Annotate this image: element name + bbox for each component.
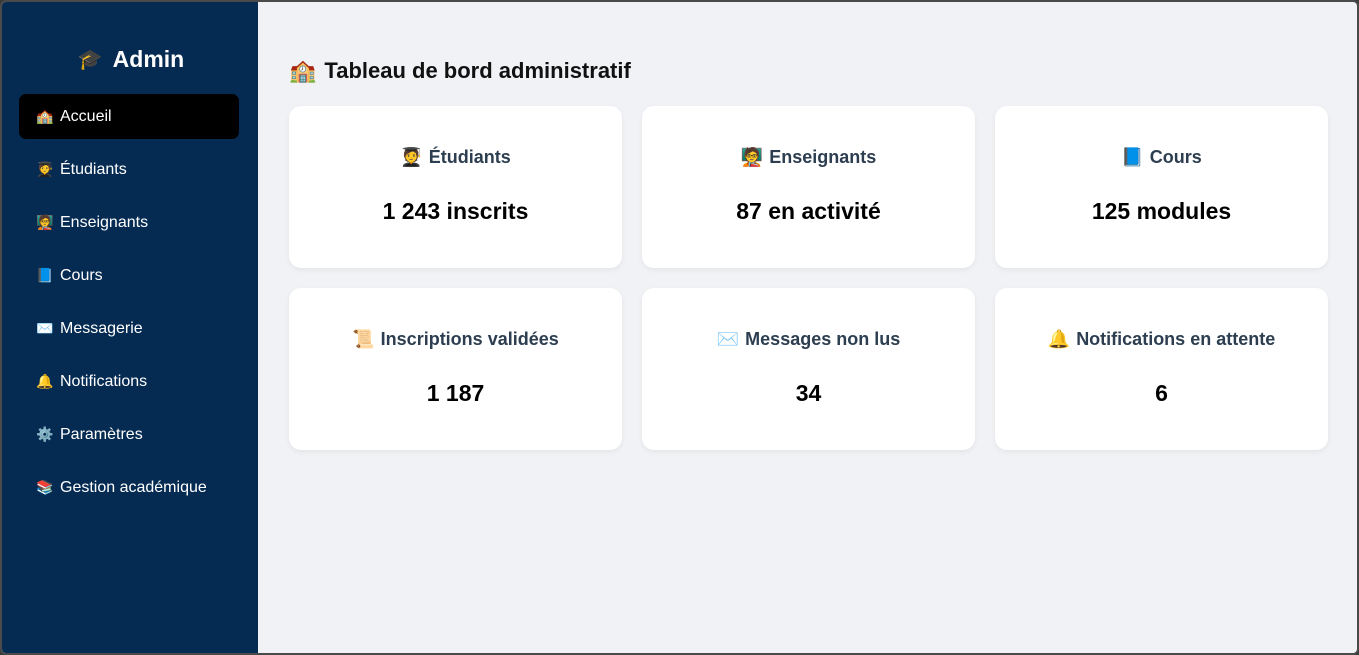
books-icon: 📚 — [36, 479, 54, 495]
envelope-icon: ✉️ — [716, 328, 740, 349]
page-title-text: Tableau de bord administratif — [324, 58, 631, 83]
stat-card-notifications: 🔔 Notifications en attente 6 — [995, 288, 1328, 450]
student-icon: 🧑‍🎓 — [36, 161, 54, 177]
card-title-text: Notifications en attente — [1076, 328, 1276, 349]
school-icon: 🏫 — [36, 108, 54, 124]
graduation-cap-icon: 🎓 — [77, 48, 103, 71]
app-window: 🎓 Admin 🏫 Accueil 🧑‍🎓 Étudiants 🧑‍🏫 Ense… — [0, 0, 1359, 655]
sidebar-item-label: Étudiants — [60, 160, 127, 178]
stat-card-enseignants: 🧑‍🏫 Enseignants 87 en activité — [642, 106, 975, 268]
main-content: 🏫 Tableau de bord administratif 🧑‍🎓 Étud… — [258, 2, 1357, 653]
card-value: 34 — [795, 380, 822, 406]
stat-card-cours: 📘 Cours 125 modules — [995, 106, 1328, 268]
sidebar-item-label: Gestion académique — [60, 478, 207, 496]
card-title: 🔔 Notifications en attente — [1048, 328, 1275, 350]
book-icon: 📘 — [36, 267, 54, 283]
sidebar: 🎓 Admin 🏫 Accueil 🧑‍🎓 Étudiants 🧑‍🏫 Ense… — [2, 2, 258, 653]
sidebar-item-label: Cours — [60, 266, 103, 284]
sidebar-item-messagerie[interactable]: ✉️ Messagerie — [19, 306, 239, 351]
card-title-text: Inscriptions validées — [380, 328, 559, 349]
book-icon: 📘 — [1121, 146, 1144, 167]
sidebar-item-label: Paramètres — [60, 425, 143, 443]
card-title: 🧑‍🎓 Étudiants — [400, 146, 510, 168]
stat-card-messages: ✉️ Messages non lus 34 — [642, 288, 975, 450]
stats-grid: 🧑‍🎓 Étudiants 1 243 inscrits 🧑‍🏫 Enseign… — [289, 106, 1328, 450]
sidebar-item-parametres[interactable]: ⚙️ Paramètres — [19, 412, 239, 457]
school-icon: 🏫 — [289, 58, 317, 83]
card-title: 📘 Cours — [1121, 146, 1201, 168]
scroll-icon: 📜 — [352, 328, 375, 349]
card-value: 1 243 inscrits — [382, 198, 529, 224]
teacher-icon: 🧑‍🏫 — [740, 146, 764, 167]
sidebar-item-accueil[interactable]: 🏫 Accueil — [19, 94, 239, 139]
sidebar-item-label: Enseignants — [60, 213, 149, 231]
card-title-text: Cours — [1149, 146, 1202, 167]
brand-label: Admin — [112, 45, 185, 72]
card-value: 87 en activité — [736, 198, 881, 224]
card-title-text: Étudiants — [428, 146, 511, 167]
stat-card-inscriptions: 📜 Inscriptions validées 1 187 — [289, 288, 622, 450]
sidebar-item-label: Messagerie — [60, 319, 143, 337]
card-value: 1 187 — [426, 380, 485, 406]
page-title: 🏫 Tableau de bord administratif — [289, 57, 1328, 85]
card-title-text: Enseignants — [769, 146, 877, 167]
sidebar-item-etudiants[interactable]: 🧑‍🎓 Étudiants — [19, 147, 239, 192]
brand: 🎓 Admin — [2, 44, 258, 74]
bell-icon: 🔔 — [36, 373, 54, 389]
card-value: 6 — [1155, 380, 1168, 406]
sidebar-nav: 🏫 Accueil 🧑‍🎓 Étudiants 🧑‍🏫 Enseignants … — [2, 94, 258, 510]
card-title: ✉️ Messages non lus — [717, 328, 900, 350]
sidebar-item-label: Notifications — [60, 372, 148, 390]
stat-card-etudiants: 🧑‍🎓 Étudiants 1 243 inscrits — [289, 106, 622, 268]
card-value: 125 modules — [1091, 198, 1232, 224]
gear-icon: ⚙️ — [36, 426, 54, 442]
sidebar-item-enseignants[interactable]: 🧑‍🏫 Enseignants — [19, 200, 239, 245]
teacher-icon: 🧑‍🏫 — [36, 214, 54, 230]
card-title: 📜 Inscriptions validées — [352, 328, 559, 350]
card-title-text: Messages non lus — [745, 328, 901, 349]
sidebar-item-notifications[interactable]: 🔔 Notifications — [19, 359, 239, 404]
sidebar-item-label: Accueil — [60, 107, 112, 125]
sidebar-item-cours[interactable]: 📘 Cours — [19, 253, 239, 298]
envelope-icon: ✉️ — [36, 320, 54, 336]
card-title: 🧑‍🏫 Enseignants — [741, 146, 876, 168]
sidebar-item-gestion-academique[interactable]: 📚 Gestion académique — [19, 465, 239, 510]
student-icon: 🧑‍🎓 — [400, 146, 423, 167]
bell-icon: 🔔 — [1047, 328, 1071, 349]
